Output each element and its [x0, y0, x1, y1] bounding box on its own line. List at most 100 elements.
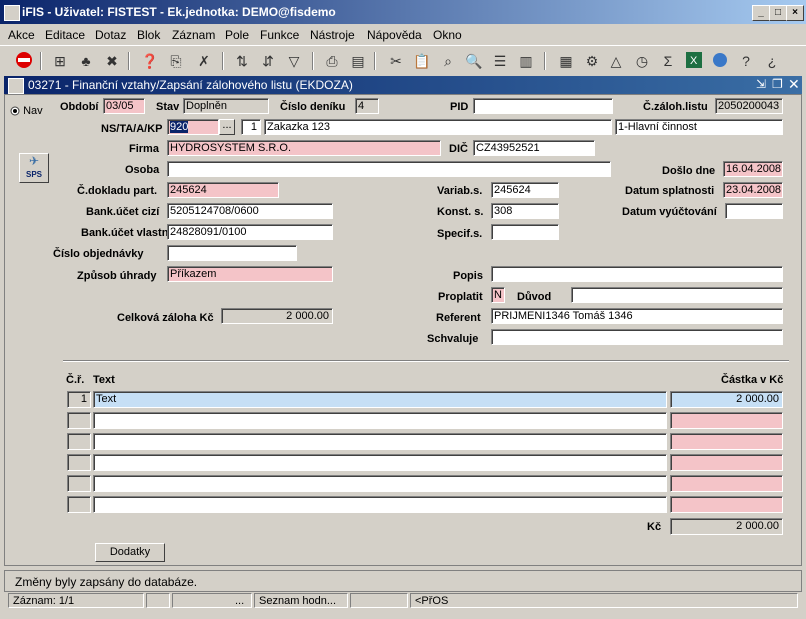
- item-row-4-text[interactable]: [93, 454, 667, 471]
- find-icon[interactable]: ⌕: [438, 51, 458, 71]
- help-icon[interactable]: ?: [736, 51, 756, 71]
- list-icon[interactable]: ☰: [490, 51, 510, 71]
- delete-record-icon[interactable]: ✖: [102, 51, 122, 71]
- sps-label: SPS: [25, 170, 42, 179]
- bank-cizi-field[interactable]: 5205124708/0600: [167, 203, 333, 219]
- browser-icon[interactable]: [710, 51, 730, 71]
- search-icon[interactable]: 🔍: [464, 51, 484, 71]
- close-button[interactable]: ×: [786, 5, 804, 21]
- menu-akce[interactable]: Akce: [8, 28, 35, 42]
- popis-field[interactable]: [491, 266, 783, 282]
- pid-field[interactable]: [473, 98, 613, 114]
- form-restore-icon[interactable]: ❐: [772, 77, 783, 91]
- item-row-6-text[interactable]: [93, 496, 667, 513]
- duvod-label: Důvod: [517, 291, 552, 303]
- query-icon[interactable]: ❓: [140, 51, 160, 71]
- item-row-5-castka[interactable]: [670, 475, 783, 492]
- firma-field[interactable]: HYDROSYSTEM S.R.O.: [167, 140, 441, 156]
- cut-icon[interactable]: ✂: [386, 51, 406, 71]
- clear-record-icon[interactable]: ✗: [194, 51, 214, 71]
- menu-nastroje[interactable]: Nástroje: [310, 28, 355, 42]
- status-seznam: Seznam hodn...: [254, 593, 348, 608]
- sort-asc-icon[interactable]: ⇅: [232, 51, 252, 71]
- context-help-icon[interactable]: ¿: [762, 51, 782, 71]
- proplatit-field[interactable]: N: [491, 287, 505, 303]
- dic-field[interactable]: CZ43952521: [473, 140, 595, 156]
- datum-splatnosti-field[interactable]: 23.04.2008: [723, 182, 783, 198]
- menu-blok[interactable]: Blok: [137, 28, 160, 42]
- stav-field[interactable]: Doplněn: [183, 98, 269, 114]
- sum-icon[interactable]: Σ: [658, 51, 678, 71]
- item-row-5-text[interactable]: [93, 475, 667, 492]
- cinnost-field[interactable]: 1-Hlavní činnost: [615, 119, 783, 135]
- item-row-2-text[interactable]: [93, 412, 667, 429]
- sort-desc-icon[interactable]: ⇵: [258, 51, 278, 71]
- referent-field[interactable]: PRIJMENI1346 Tomáš 1346: [491, 308, 783, 324]
- c-zaloh-listu-field[interactable]: 2050200043: [715, 98, 783, 114]
- datum-vyuct-field[interactable]: [725, 203, 783, 219]
- cislo-objednavky-field[interactable]: [167, 245, 297, 261]
- menu-dotaz[interactable]: Dotaz: [95, 28, 126, 42]
- triangle-icon[interactable]: △: [606, 51, 626, 71]
- obdobi-field[interactable]: 03/05: [103, 98, 145, 114]
- insert-record-icon[interactable]: ⊞: [50, 51, 70, 71]
- item-row-6-castka[interactable]: [670, 496, 783, 513]
- item-row-1-text[interactable]: Text: [93, 391, 667, 408]
- report-icon[interactable]: ▤: [348, 51, 368, 71]
- excel-icon[interactable]: X: [684, 51, 704, 71]
- ta-field[interactable]: 1: [241, 119, 261, 135]
- item-row-3-cr[interactable]: [67, 433, 91, 450]
- c-dokladu-field[interactable]: 245624: [167, 182, 279, 198]
- obdobi-label: Období: [60, 101, 99, 113]
- zakazka-field[interactable]: Zakazka 123: [264, 119, 612, 135]
- item-row-3-text[interactable]: [93, 433, 667, 450]
- zpusob-uhrady-field[interactable]: Příkazem: [167, 266, 333, 282]
- columns-icon[interactable]: ▥: [516, 51, 536, 71]
- item-row-4-cr[interactable]: [67, 454, 91, 471]
- form-minimize-icon[interactable]: ⇲: [756, 77, 766, 91]
- item-row-3-castka[interactable]: [670, 433, 783, 450]
- menu-bar: Akce Editace Dotaz Blok Záznam Pole Funk…: [0, 24, 806, 44]
- item-row-4-castka[interactable]: [670, 454, 783, 471]
- menu-pole[interactable]: Pole: [225, 28, 249, 42]
- bank-vlastni-field[interactable]: 24828091/0100: [167, 224, 333, 240]
- menu-zaznam[interactable]: Záznam: [172, 28, 215, 42]
- osoba-field[interactable]: [167, 161, 611, 177]
- menu-okno[interactable]: Okno: [433, 28, 462, 42]
- cislo-deniku-field[interactable]: 4: [355, 98, 379, 114]
- total-field[interactable]: 2 000.00: [670, 518, 783, 535]
- item-row-2-castka[interactable]: [670, 412, 783, 429]
- item-row-1-castka[interactable]: 2 000.00: [670, 391, 783, 408]
- form-close-icon[interactable]: ✕: [788, 76, 800, 93]
- duvod-field[interactable]: [571, 287, 783, 303]
- filter-icon[interactable]: ▽: [284, 51, 304, 71]
- paste-icon[interactable]: 📋: [412, 51, 432, 71]
- minimize-button[interactable]: _: [752, 5, 770, 21]
- print-icon[interactable]: ⎙: [322, 51, 342, 71]
- celkova-zaloha-field[interactable]: 2 000.00: [221, 308, 333, 324]
- ns-lookup-button[interactable]: ...: [219, 119, 235, 135]
- sps-button[interactable]: ✈ SPS: [19, 153, 49, 183]
- ns-code-field[interactable]: 920: [167, 119, 219, 135]
- dodatky-button[interactable]: Dodatky: [95, 543, 165, 562]
- item-row-2-cr[interactable]: [67, 412, 91, 429]
- menu-funkce[interactable]: Funkce: [260, 28, 299, 42]
- item-row-6-cr[interactable]: [67, 496, 91, 513]
- menu-editace[interactable]: Editace: [45, 28, 85, 42]
- add-record-icon[interactable]: ♣: [76, 51, 96, 71]
- schvaluje-field[interactable]: [491, 329, 783, 345]
- item-row-5-cr[interactable]: [67, 475, 91, 492]
- copy-record-icon[interactable]: ⎘: [166, 51, 186, 71]
- konst-field[interactable]: 308: [491, 203, 559, 219]
- maximize-button[interactable]: □: [769, 5, 787, 21]
- clock-icon[interactable]: ◷: [632, 51, 652, 71]
- variab-field[interactable]: 245624: [491, 182, 559, 198]
- nav-radio[interactable]: Nav: [10, 105, 43, 117]
- exit-icon[interactable]: [14, 51, 34, 71]
- calculator-icon[interactable]: ▦: [556, 51, 576, 71]
- item-row-1-cr[interactable]: 1: [67, 391, 91, 408]
- menu-napoveda[interactable]: Nápověda: [367, 28, 422, 42]
- doslo-dne-field[interactable]: 16.04.2008: [723, 161, 783, 177]
- tools-icon[interactable]: ⚙: [582, 51, 602, 71]
- specif-field[interactable]: [491, 224, 559, 240]
